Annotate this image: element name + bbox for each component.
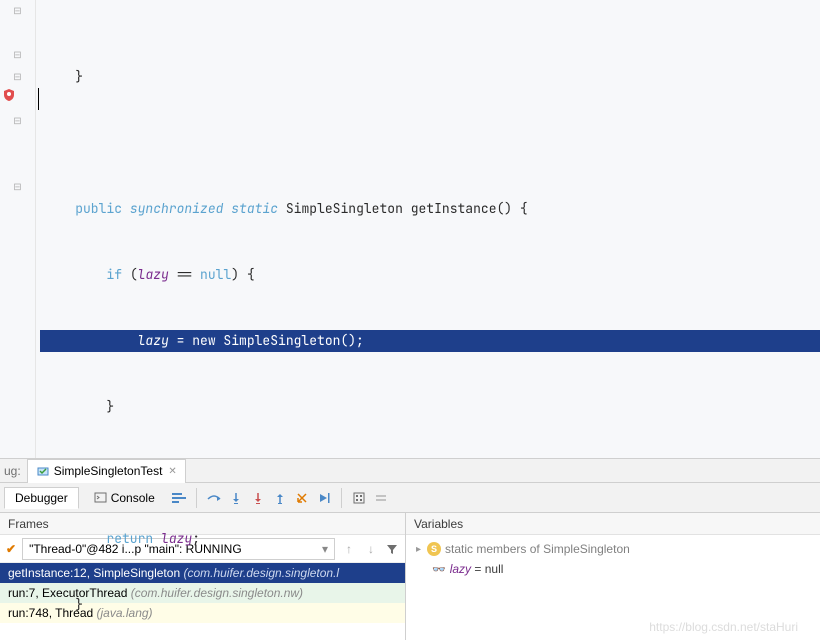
editor-gutter[interactable]: ⊟ ⊟ ⊟ ⊟ ⊟	[0, 0, 36, 458]
code-text: }	[44, 68, 83, 85]
keyword: static	[231, 200, 278, 217]
checkmark-icon: ✔	[6, 542, 16, 556]
keyword: null	[200, 266, 231, 283]
fold-end-icon[interactable]: ⊟	[13, 182, 21, 193]
watermark-text: https://blog.csdn.net/staHuri	[649, 620, 798, 634]
code-editor[interactable]: ⊟ ⊟ ⊟ ⊟ ⊟ } public synchronized static S…	[0, 0, 820, 458]
field: lazy	[161, 530, 192, 547]
fold-start-icon[interactable]: ⊟	[13, 50, 21, 61]
debug-label: ug:	[4, 464, 21, 478]
breakpoint-icon[interactable]	[2, 88, 16, 105]
code-text: =	[169, 332, 192, 349]
code-text: (	[130, 266, 138, 283]
keyword: return	[106, 530, 153, 547]
execution-line: lazy = new SimpleSingleton();	[40, 330, 820, 352]
fold-end-icon[interactable]: ⊟	[13, 6, 21, 17]
code-text: }	[44, 596, 83, 613]
text-caret	[38, 88, 39, 110]
code-text: ) {	[231, 266, 254, 283]
type: SimpleSingleton();	[216, 332, 364, 349]
field: lazy	[138, 266, 169, 283]
method-name: getInstance() {	[411, 200, 528, 217]
keyword: if	[106, 266, 122, 283]
keyword: synchronized	[130, 200, 224, 217]
field: lazy	[138, 332, 169, 349]
code-text: ==	[169, 266, 200, 283]
code-text: ;	[192, 530, 200, 547]
fold-start-icon[interactable]: ⊟	[13, 72, 21, 83]
keyword: new	[192, 332, 215, 349]
code-text: }	[44, 398, 114, 415]
code-content[interactable]: } public synchronized static SimpleSingl…	[36, 0, 820, 458]
keyword: public	[75, 200, 122, 217]
trace-current-icon	[372, 489, 390, 507]
type: SimpleSingleton	[286, 200, 403, 217]
fold-end-icon[interactable]: ⊟	[13, 116, 21, 127]
